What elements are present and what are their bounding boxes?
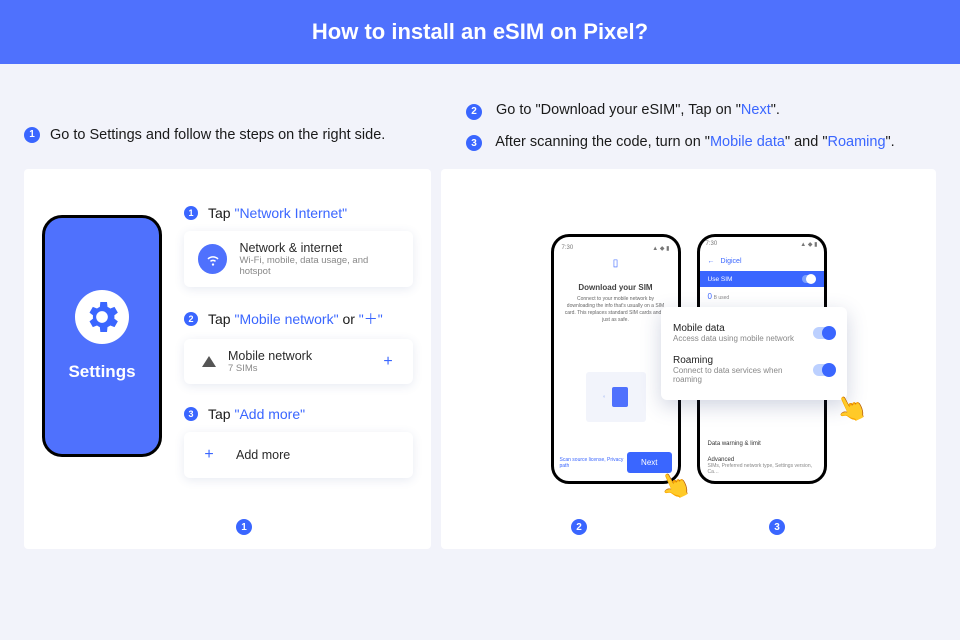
page-title: How to install an eSIM on Pixel? <box>312 19 648 45</box>
instructions-right: 2 Go to "Download your eSIM", Tap on "Ne… <box>466 88 936 151</box>
mobile-data-row[interactable]: Mobile dataAccess data using mobile netw… <box>673 317 835 349</box>
toggles-overlay: Mobile dataAccess data using mobile netw… <box>661 307 847 400</box>
qr-graphic: ◐ <box>586 372 646 422</box>
use-sim-toggle[interactable] <box>802 275 816 283</box>
tile1-title: Network & internet <box>239 241 399 255</box>
card-2-3: 7:30▲ ◆ ▮ ▯ Download your SIM Connect to… <box>441 169 936 549</box>
wifi-icon <box>198 244 227 274</box>
settings-label: Settings <box>68 362 135 382</box>
card-badge-1: 1 <box>236 519 252 535</box>
mobile-data-link-text: Mobile data <box>710 134 785 150</box>
mobile-data-toggle[interactable] <box>813 327 835 339</box>
learn-more-link[interactable]: Scan source license, Privacy path <box>560 457 628 469</box>
add-more-tile[interactable]: + Add more <box>184 432 413 478</box>
steps-column: 1Tap "Network Internet" Network & intern… <box>184 205 413 531</box>
bullet-2: 2 <box>466 104 482 120</box>
hand-pointer-icon: 👆 <box>830 388 872 430</box>
use-sim-row[interactable]: Use SIM <box>700 271 824 287</box>
sim-icon: ▯ <box>613 258 619 269</box>
tile2-sub: 7 SIMs <box>228 363 365 374</box>
page-header: How to install an eSIM on Pixel? <box>0 0 960 64</box>
bullet-3: 3 <box>466 135 482 151</box>
cards-row: Settings 1Tap "Network Internet" Network… <box>0 151 960 573</box>
instruction-1: 1 Go to Settings and follow the steps on… <box>24 88 434 151</box>
roaming-link-text: Roaming <box>827 134 885 150</box>
status-icons: ▲ ◆ ▮ <box>800 241 817 248</box>
roaming-row[interactable]: RoamingConnect to data services when roa… <box>673 349 835 390</box>
plus-icon[interactable]: + <box>377 353 399 371</box>
mobile-network-tile[interactable]: Mobile network 7 SIMs + <box>184 339 413 384</box>
advanced-row[interactable]: AdvancedSIMs, Preferred network type, Se… <box>700 452 824 480</box>
back-arrow-icon[interactable]: ← <box>708 258 715 265</box>
card-badge-2: 2 <box>571 519 587 535</box>
instruction-3: 3 After scanning the code, turn on "Mobi… <box>466 134 936 152</box>
tile3-title: Add more <box>236 448 290 462</box>
tile2-title: Mobile network <box>228 349 365 363</box>
step-2: 2Tap "Mobile network" or "＋" Mobile netw… <box>184 309 413 384</box>
phone-settings-mock: Settings <box>42 215 162 457</box>
next-button[interactable]: Next <box>627 452 671 473</box>
carrier-name: Digicel <box>721 258 742 265</box>
tile1-sub: Wi-Fi, mobile, data usage, and hotspot <box>239 255 399 277</box>
next-link-text: Next <box>741 102 771 118</box>
gear-icon <box>75 290 129 344</box>
network-internet-tile[interactable]: Network & internet Wi-Fi, mobile, data u… <box>184 231 413 287</box>
roaming-toggle[interactable] <box>813 364 835 376</box>
download-sim-title: Download your SIM <box>578 283 652 292</box>
bullet-1: 1 <box>24 127 40 143</box>
instruction-1-text: Go to Settings and follow the steps on t… <box>50 127 385 143</box>
signal-icon <box>202 356 216 367</box>
card-1: Settings 1Tap "Network Internet" Network… <box>24 169 431 549</box>
instructions-row: 1 Go to Settings and follow the steps on… <box>0 64 960 151</box>
download-sim-desc: Connect to your mobile network by downlo… <box>560 296 672 324</box>
status-icons: ▲ ◆ ▮ <box>652 245 669 252</box>
step-3: 3Tap "Add more" + Add more <box>184 406 413 478</box>
plus-icon: + <box>198 446 220 464</box>
step-1: 1Tap "Network Internet" Network & intern… <box>184 205 413 287</box>
instruction-2: 2 Go to "Download your eSIM", Tap on "Ne… <box>466 102 936 120</box>
card-badge-3: 3 <box>769 519 785 535</box>
data-warning-row[interactable]: Data warning & limit <box>700 436 824 452</box>
